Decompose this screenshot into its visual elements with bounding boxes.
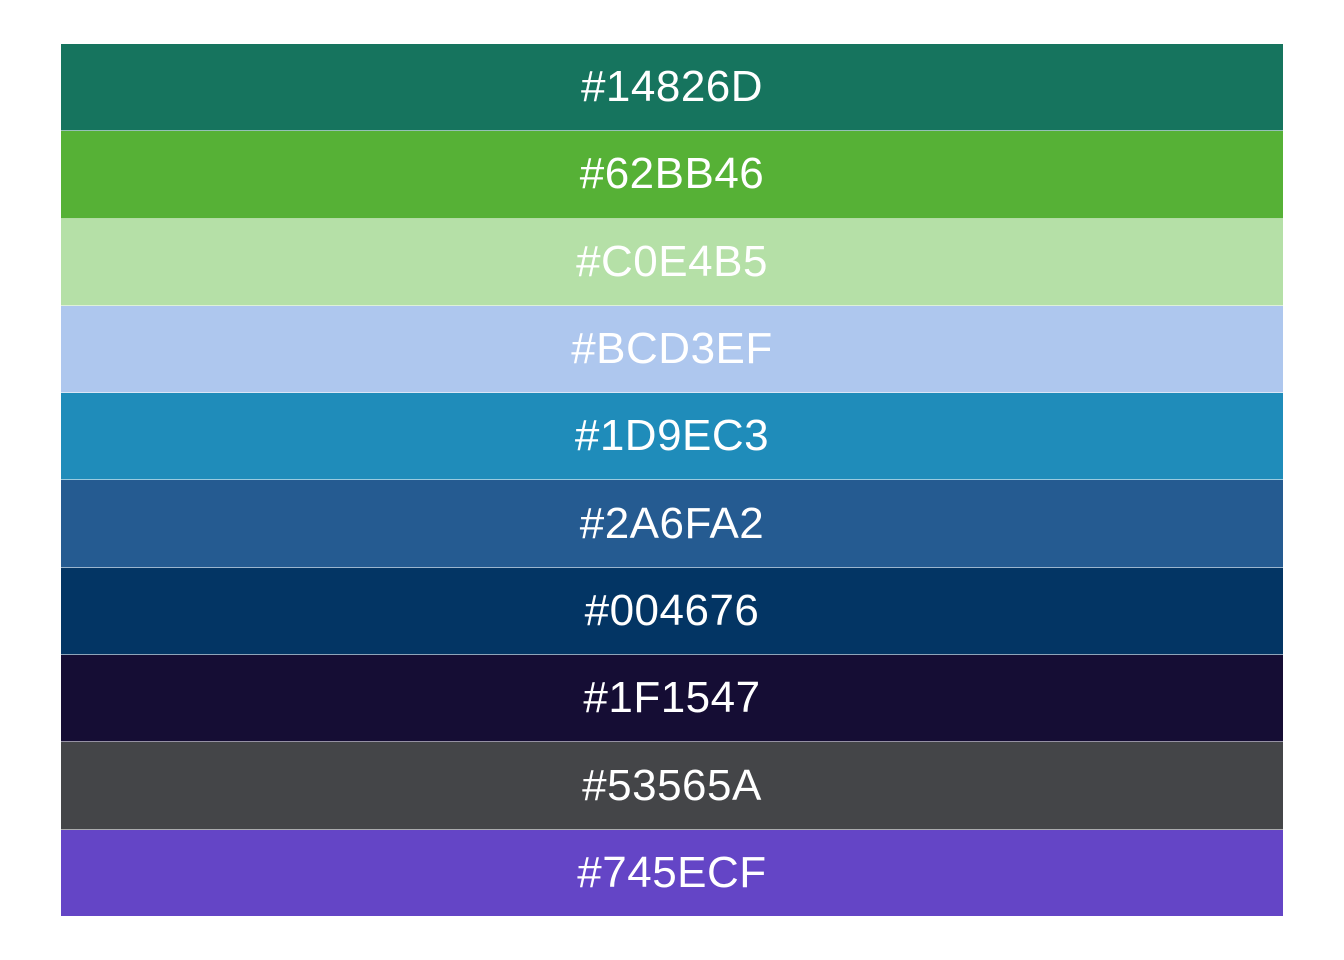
swatch-label: #62BB46 xyxy=(579,149,765,199)
swatch-label: #14826D xyxy=(580,62,764,112)
color-swatch: #C0E4B5 xyxy=(61,218,1283,306)
color-swatch: #004676 xyxy=(61,567,1283,656)
swatch-label: #745ECF xyxy=(577,847,767,897)
color-swatch: #1D9EC3 xyxy=(61,393,1283,481)
swatch-label: #2A6FA2 xyxy=(579,498,765,548)
swatch-label: #BCD3EF xyxy=(571,324,773,374)
swatch-label: #C0E4B5 xyxy=(576,236,768,286)
swatch-label: #53565A xyxy=(582,760,762,810)
color-swatch: #2A6FA2 xyxy=(61,480,1283,568)
color-swatch: #53565A xyxy=(61,742,1283,830)
color-swatch: #745ECF xyxy=(61,829,1283,916)
color-swatch: #14826D xyxy=(61,44,1283,132)
color-swatch: #1F1547 xyxy=(61,655,1283,743)
swatch-label: #004676 xyxy=(584,585,760,635)
swatch-label: #1F1547 xyxy=(583,673,761,723)
color-swatch: #62BB46 xyxy=(61,131,1283,219)
color-swatch: #BCD3EF xyxy=(61,305,1283,394)
color-palette: #14826D #62BB46 #C0E4B5 #BCD3EF #1D9EC3 … xyxy=(61,44,1283,916)
swatch-label: #1D9EC3 xyxy=(574,411,770,461)
